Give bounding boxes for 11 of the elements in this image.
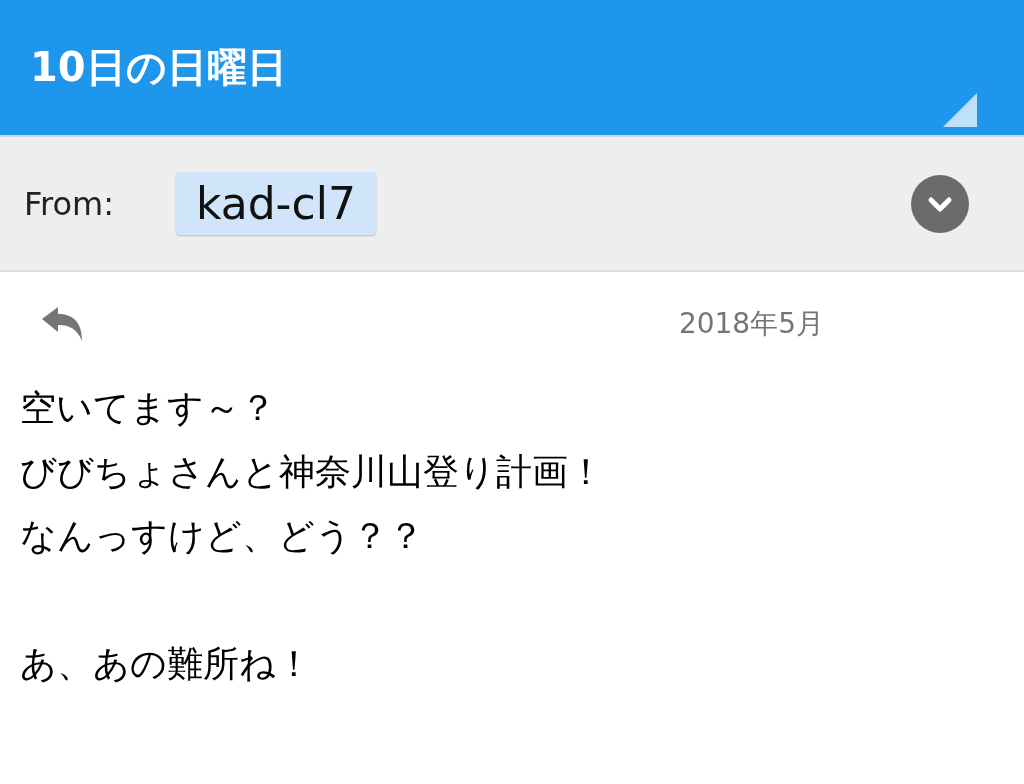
- reply-icon[interactable]: [42, 307, 84, 341]
- message-line: 空いてます～？: [20, 386, 277, 430]
- expand-icon[interactable]: [911, 174, 969, 233]
- corner-triangle-icon: [943, 93, 977, 127]
- subject-title: 10日の日曜日: [30, 43, 287, 92]
- message-line: あ、あの難所ね！: [20, 642, 313, 686]
- message-line: なんっすけど、どう？？: [20, 514, 425, 558]
- from-label: From:: [24, 184, 116, 223]
- sender-chip[interactable]: kad-cl7: [176, 172, 376, 235]
- message-date: 2018年5月: [678, 306, 824, 342]
- message-line: びびちょさんと神奈川山登り計画！: [20, 450, 605, 494]
